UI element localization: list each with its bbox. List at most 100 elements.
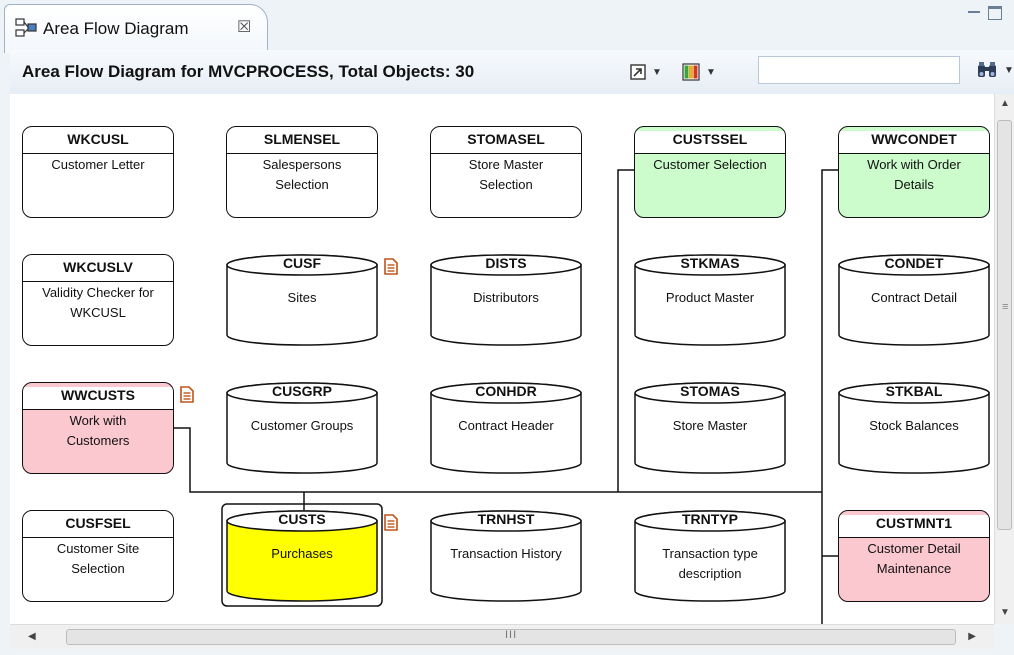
vertical-scrollbar[interactable]: ▲ ≡ ▼ [994,94,1014,624]
color-palette-icon [682,63,700,81]
node-stkmas[interactable]: STKMAS Product Master [634,254,786,346]
node-description-line: Contract Header [458,418,554,433]
node-description-line: Validity Checker for [42,285,154,300]
node-description-line: Selection [479,177,533,192]
node-description: Purchases [228,544,376,564]
page-title: Area Flow Diagram for MVCPROCESS, Total … [22,62,475,81]
node-custs[interactable]: CUSTS Purchases [226,510,378,602]
node-description: Transaction History [432,544,580,564]
node-trntyp[interactable]: TRNTYP Transaction type description [634,510,786,602]
node-stomas[interactable]: STOMAS Store Master [634,382,786,474]
scroll-grip-icon: III [505,629,518,641]
tab-area-flow-diagram[interactable]: Area Flow Diagram ☒ [4,4,268,53]
node-description: Validity Checker for WKCUSL [25,283,171,323]
color-scheme-dropdown-button[interactable]: ▼ [682,62,716,82]
node-description: Customer Letter [25,155,171,175]
tab-title: Area Flow Diagram [43,19,189,38]
node-description-line: Transaction type [662,546,758,561]
horizontal-scrollbar[interactable]: ◀ III ▶ [10,624,994,649]
node-description: Transaction type description [636,544,784,584]
node-description-line: Store Master [672,418,748,433]
node-name: STKMAS [680,255,740,271]
chevron-down-icon: ▼ [1004,64,1014,76]
document-icon[interactable] [180,386,194,403]
diagram-canvas[interactable]: WKCUSL Customer Letter SLMENSEL Salesperson… [10,94,994,624]
node-description: Distributors [432,288,580,308]
node-name: CONHDR [475,383,537,399]
node-slmensel[interactable]: SLMENSEL Salespersons Selection [226,126,378,218]
node-wwcondet[interactable]: WWCONDET Work with Order Details [838,126,990,218]
node-description: Customer Groups [228,416,376,436]
node-description-line: Sites [287,290,317,305]
chevron-down-icon: ▼ [706,66,716,78]
node-description-line: Selection [275,177,329,192]
document-icon[interactable] [384,258,398,275]
node-cusgrp[interactable]: CUSGRP Customer Groups [226,382,378,474]
export-dropdown-button[interactable]: ▼ [630,62,662,82]
node-description-line: Customer Detail [867,541,961,556]
node-wkcuslv[interactable]: WKCUSLV Validity Checker for WKCUSL [22,254,174,346]
diagram-header: Area Flow Diagram for MVCPROCESS, Total … [10,50,1014,95]
node-description-line: Contract Detail [871,290,957,305]
node-description: Customer Selection [637,155,783,175]
node-cusf[interactable]: CUSF Sites [226,254,378,346]
node-description: Product Master [636,288,784,308]
node-description-line: Salespersons [262,157,342,172]
horizontal-scroll-thumb[interactable]: III [66,629,956,645]
node-custmnt1[interactable]: CUSTMNT1 Customer Detail Maintenance [838,510,990,602]
node-name: CONDET [884,255,944,271]
node-description-line: Customer Letter [51,157,145,172]
node-stkbal[interactable]: STKBAL Stock Balances [838,382,990,474]
node-description-line: Selection [71,561,125,576]
node-condet[interactable]: CONDET Contract Detail [838,254,990,346]
node-name: TRNTYP [682,511,738,527]
node-description-line: Details [894,177,934,192]
node-description-line: description [678,566,742,581]
node-description-line: Transaction History [450,546,562,561]
node-description: Sites [228,288,376,308]
node-description-line: Customer Groups [250,418,354,433]
node-description: Contract Detail [840,288,988,308]
node-description-line: Maintenance [876,561,952,576]
node-description-line: WKCUSL [70,305,126,320]
node-name: TRNHST [477,511,535,527]
node-name: WKCUSL [23,131,173,154]
node-name: SLMENSEL [227,131,377,154]
close-icon[interactable]: ☒ [237,17,251,37]
node-wkcusl[interactable]: WKCUSL Customer Letter [22,126,174,218]
node-wwcusts[interactable]: WWCUSTS Work with Customers [22,382,174,474]
node-conhdr[interactable]: CONHDR Contract Header [430,382,582,474]
node-cusfsel[interactable]: CUSFSEL Customer Site Selection [22,510,174,602]
document-icon[interactable] [384,514,398,531]
node-description: Work with Order Details [841,155,987,195]
node-dists[interactable]: DISTS Distributors [430,254,582,346]
find-dropdown-button[interactable]: ▼ [976,60,1014,80]
node-custssel[interactable]: CUSTSSEL Customer Selection [634,126,786,218]
view-controls [964,6,1008,26]
node-name: STOMAS [680,383,740,399]
node-description-line: Product Master [665,290,755,305]
vertical-scroll-thumb[interactable]: ≡ [997,120,1012,530]
node-name: CUSF [282,255,322,271]
scroll-up-icon[interactable]: ▲ [1000,98,1010,109]
node-description: Contract Header [432,416,580,436]
scroll-down-icon[interactable]: ▼ [1000,607,1010,618]
node-stomasel[interactable]: STOMASEL Store Master Selection [430,126,582,218]
node-trnhst[interactable]: TRNHST Transaction History [430,510,582,602]
minimize-icon[interactable] [966,6,982,18]
maximize-icon[interactable] [988,6,1002,20]
scroll-right-icon[interactable]: ▶ [968,631,976,642]
node-description: Store Master [636,416,784,436]
chevron-down-icon: ▼ [652,66,662,78]
node-name: STOMASEL [431,131,581,154]
node-description: Stock Balances [840,416,988,436]
search-input[interactable] [758,56,960,84]
scroll-left-icon[interactable]: ◀ [28,631,36,642]
node-description: Store Master Selection [433,155,579,195]
node-name: CUSTS [278,511,326,527]
node-name: CUSTMNT1 [839,515,989,538]
node-name: WKCUSLV [23,259,173,282]
node-name: WWCONDET [839,131,989,154]
node-description-line: Customers [66,433,130,448]
node-name: STKBAL [885,383,943,399]
